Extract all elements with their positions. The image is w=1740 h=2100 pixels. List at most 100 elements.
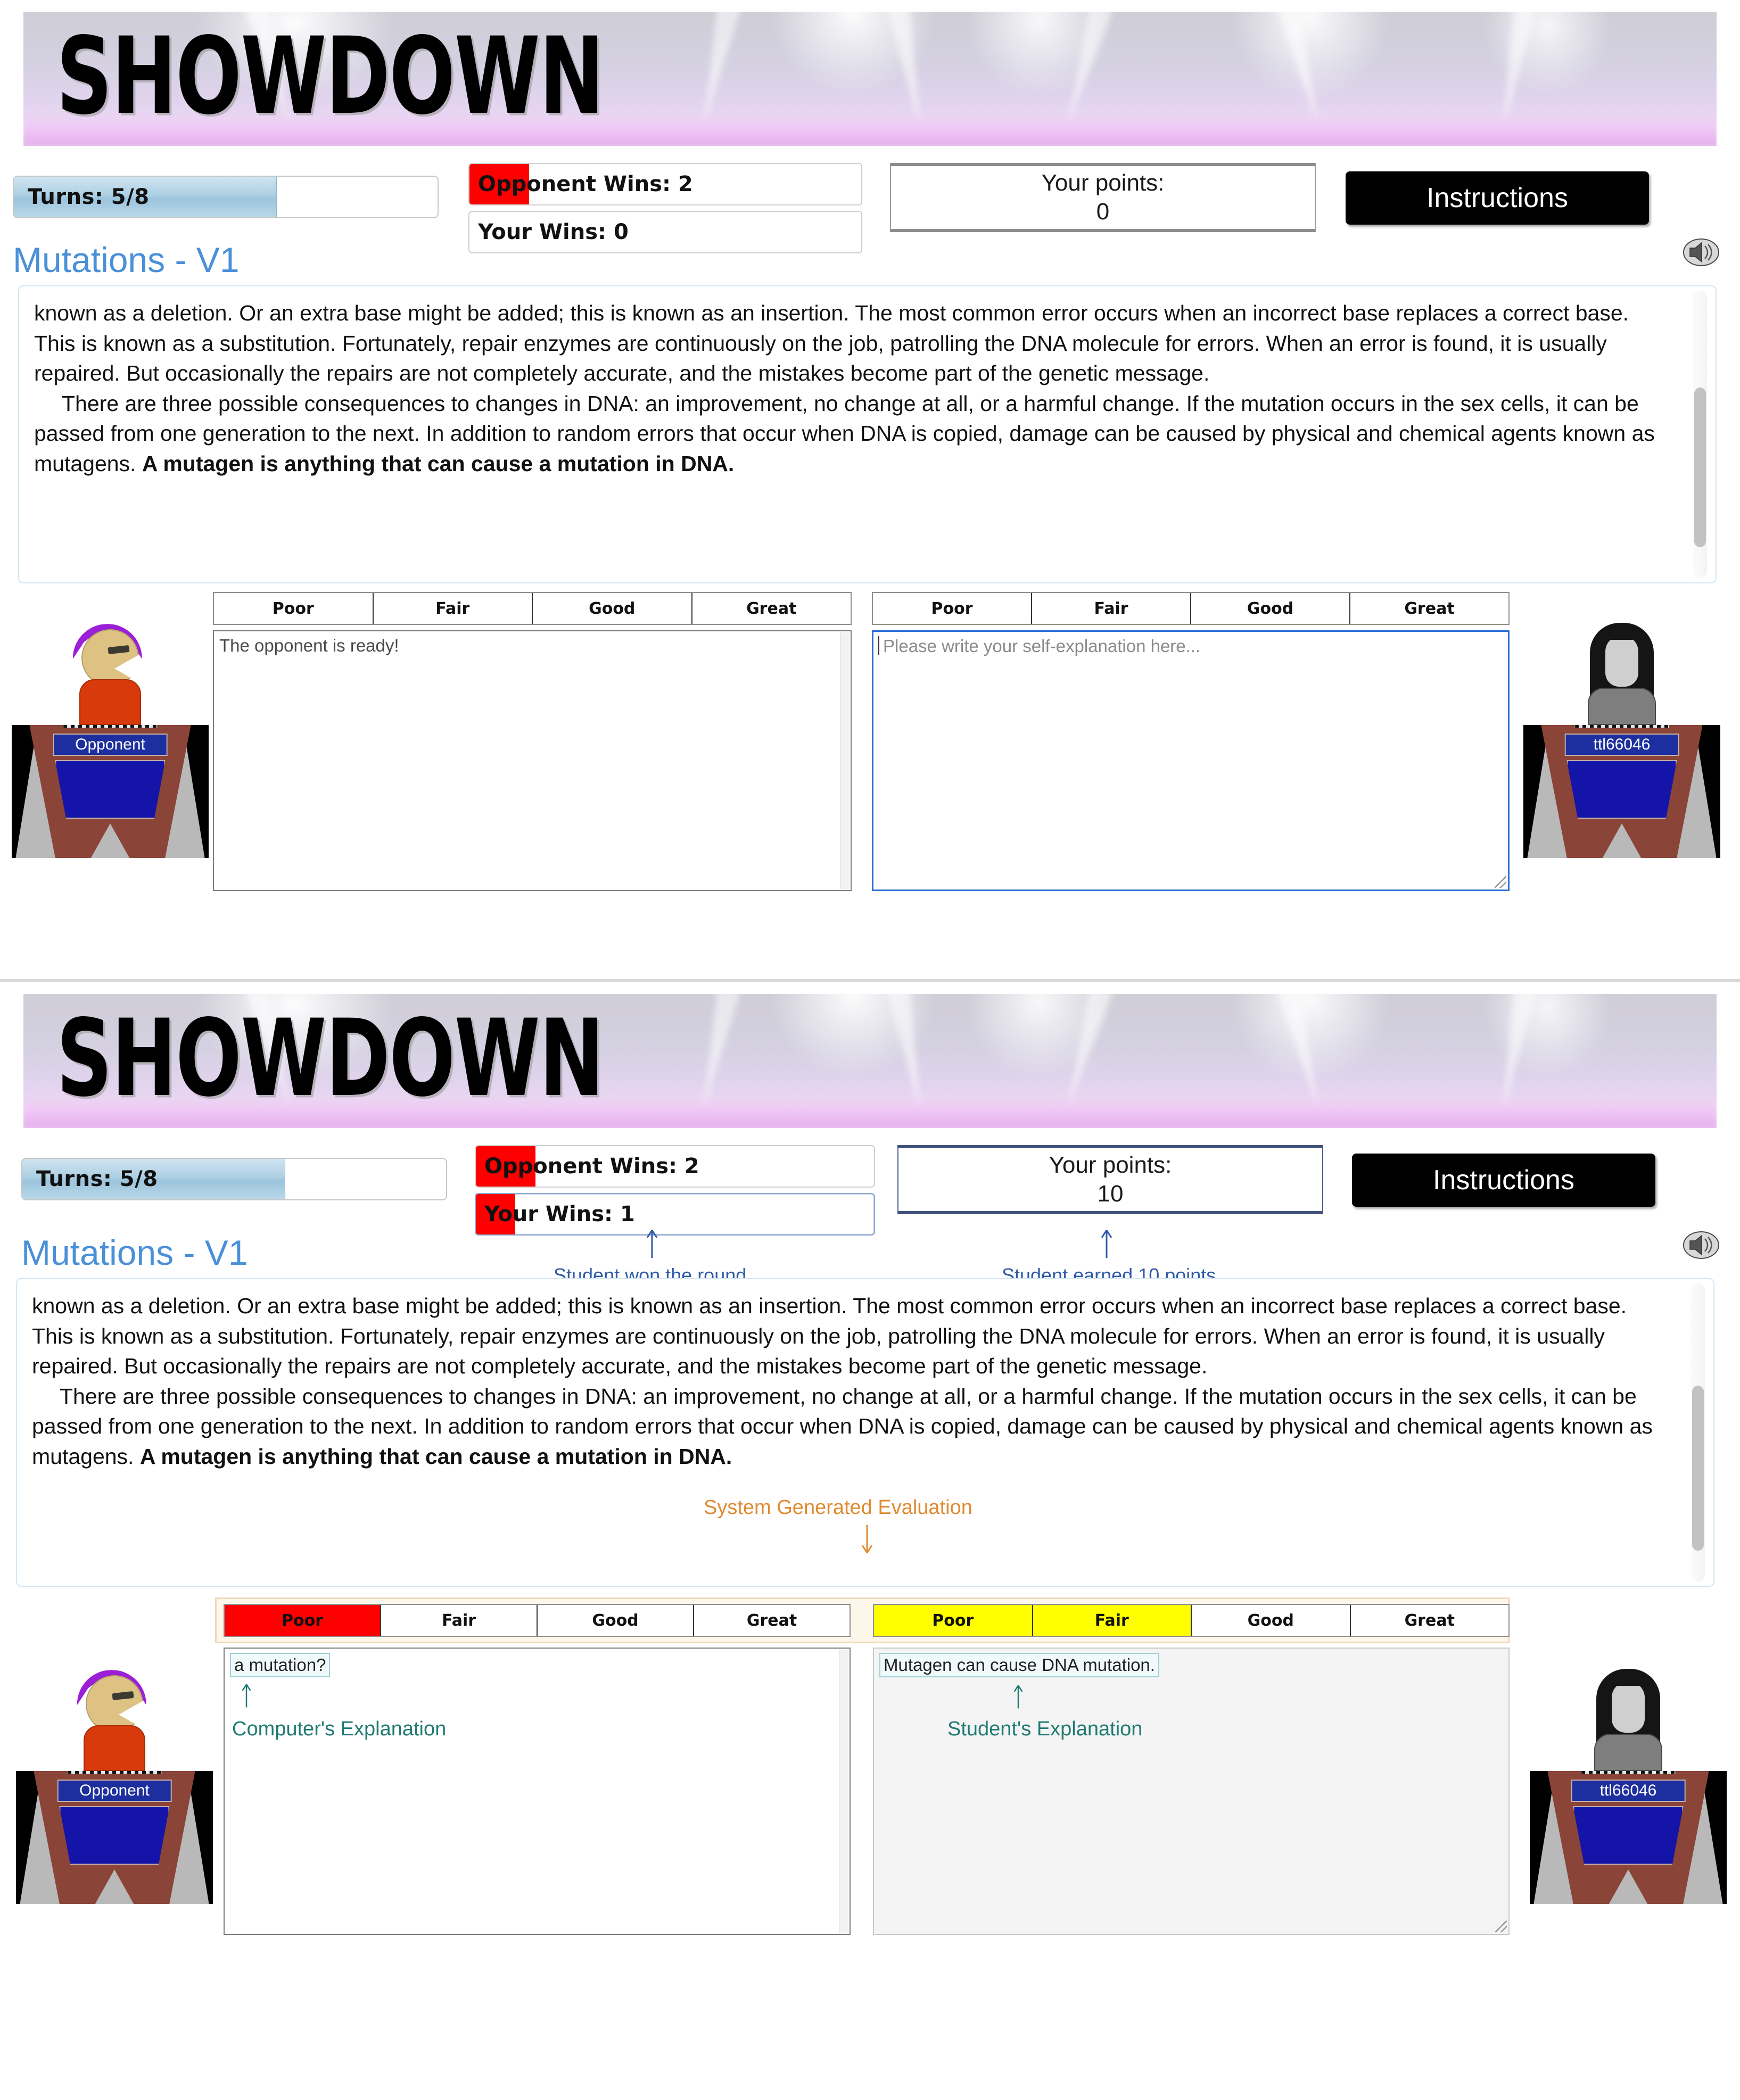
passage-paragraph-1: known as a deletion. Or an extra base mi… [34, 301, 1629, 386]
arena-top: Opponent Poor Fair Good Great The opponent … [0, 592, 1740, 911]
turns-label: Turns: 5/8 [28, 185, 150, 209]
textarea-resize-handle[interactable] [1495, 876, 1506, 888]
opponent-textarea-scrollbar[interactable] [840, 632, 850, 889]
showdown-banner-2: SHOWDOWN [23, 994, 1717, 1128]
banner-title-2: SHOWDOWN [56, 997, 604, 1121]
page-title-2: Mutations - V1 [21, 1233, 248, 1272]
instructions-button[interactable]: Instructions [1346, 171, 1649, 225]
student-rating-option-fair[interactable]: Fair [1033, 1605, 1192, 1636]
opponent-rating-bar-2[interactable]: Poor Fair Good Great [224, 1604, 851, 1637]
panel-after-evaluation: SHOWDOWN Turns: 5/8 Opponent Wins: 2 You… [0, 982, 1740, 2100]
opponent-rating-option-good[interactable]: Good [533, 593, 692, 624]
student-podium-panel-2 [1573, 1806, 1684, 1865]
passage-clipped-line-2 [32, 1287, 1665, 1291]
student-mic-strip-2 [1581, 1771, 1676, 1774]
student-rating-option-poor[interactable]: Poor [873, 593, 1032, 624]
student-rating-option-great[interactable]: Great [1350, 593, 1508, 624]
textarea-resize-handle-2[interactable] [1495, 1921, 1507, 1932]
your-points-box: Your points: 0 [890, 163, 1316, 232]
lesson-title-row-2: Mutations - V1 [21, 1230, 1740, 1273]
passage-p2-bold-b: A mutagen is anything that can cause a m… [139, 1444, 732, 1469]
student-rating-option-great[interactable]: Great [1350, 1605, 1508, 1636]
student-answer-column-top: Poor Fair Good Great Please write your self… [872, 592, 1510, 891]
annotation-system-evaluation: System Generated Evaluation [704, 1496, 972, 1519]
student-podium-base-2: ttl66046 [1530, 1771, 1727, 1904]
student-explanation-textarea-2: Mutagen can cause DNA mutation. Student'… [873, 1648, 1510, 1935]
student-podium-panel [1566, 760, 1677, 819]
page-title: Mutations - V1 [13, 240, 240, 279]
instructions-button-2[interactable]: Instructions [1352, 1154, 1655, 1207]
student-avatar [1523, 613, 1720, 725]
speaker-icon-2[interactable] [1683, 1230, 1720, 1260]
student-rating-bar-2[interactable]: Poor Fair Good Great [873, 1604, 1510, 1637]
student-rating-option-good[interactable]: Good [1191, 593, 1350, 624]
opponent-podium-base: Opponent [12, 725, 209, 858]
turns-progress-bar-2: Turns: 5/8 [21, 1158, 447, 1200]
student-explanation-placeholder: Please write your self-explanation here.… [883, 636, 1201, 656]
annotation-computer-explanation: Computer's Explanation [232, 1718, 447, 1740]
student-explanation-textarea[interactable]: Please write your self-explanation here.… [872, 630, 1510, 891]
turns-label-2: Turns: 5/8 [36, 1167, 158, 1191]
reading-passage-top: known as a deletion. Or an extra base mi… [18, 285, 1717, 583]
opponent-explanation-text: The opponent is ready! [219, 636, 399, 655]
student-podium-bottom: ttl66046 [1530, 1659, 1727, 1904]
opponent-answer-column-bottom: Poor Fair Good Great a mutation? Computer's… [224, 1604, 851, 1935]
student-explanation-text: Mutagen can cause DNA mutation. [879, 1653, 1159, 1677]
arrow-up-icon-student-explanation [1009, 1684, 1027, 1709]
opponent-podium-base-2: Opponent [16, 1771, 213, 1904]
opponent-nameplate: Opponent [53, 734, 168, 756]
opponent-wins-box-2: Opponent Wins: 2 [475, 1145, 875, 1188]
opponent-mouth-2 [119, 1701, 143, 1728]
opponent-podium-panel-2 [59, 1806, 170, 1865]
your-wins-box-2: Your Wins: 1 [475, 1193, 875, 1236]
opponent-rating-option-poor[interactable]: Poor [214, 593, 374, 624]
speaker-icon[interactable] [1683, 237, 1720, 267]
opponent-rating-bar[interactable]: Poor Fair Good Great [213, 592, 852, 625]
opponent-rating-option-great[interactable]: Great [692, 593, 851, 624]
student-bangs-2 [1610, 1676, 1647, 1686]
passage-clipped-line [34, 294, 1668, 298]
opponent-rating-option-fair[interactable]: Fair [373, 593, 533, 624]
opponent-mic-strip [63, 725, 158, 728]
opponent-eye [108, 645, 130, 655]
status-row: Turns: 5/8 Opponent Wins: 2 Your Wins: 0… [0, 155, 1740, 253]
opponent-avatar-2 [16, 1659, 213, 1771]
opponent-avatar [12, 613, 209, 725]
student-rating-wrap: Poor Fair Good Great [872, 592, 1510, 625]
banner-title: SHOWDOWN [56, 14, 604, 138]
your-wins-label-2: Your Wins: 1 [484, 1202, 635, 1226]
opponent-rating-option-fair[interactable]: Fair [381, 1605, 538, 1636]
opponent-rating-option-poor[interactable]: Poor [225, 1605, 381, 1636]
student-answer-column-bottom: Poor Fair Good Great Mutagen can cause DNA … [873, 1604, 1510, 1935]
student-rating-bar[interactable]: Poor Fair Good Great [872, 592, 1510, 625]
opponent-rating-wrap: Poor Fair Good Great [213, 592, 852, 625]
passage-paragraph-1-b: known as a deletion. Or an extra base mi… [32, 1294, 1627, 1379]
student-bangs [1603, 630, 1640, 640]
points-label: Your points: [1041, 170, 1165, 196]
lesson-title-row: Mutations - V1 [13, 237, 1740, 280]
opponent-explanation-text-2: a mutation? [230, 1653, 331, 1677]
opponent-rating-option-good[interactable]: Good [538, 1605, 694, 1636]
student-rating-option-poor[interactable]: Poor [874, 1605, 1033, 1636]
student-nameplate-2: ttl66046 [1571, 1780, 1686, 1802]
showdown-banner: SHOWDOWN [23, 12, 1717, 146]
opponent-textarea-scrollbar-2[interactable] [839, 1650, 848, 1933]
opponent-wins-box: Opponent Wins: 2 [468, 163, 862, 205]
opponent-nameplate-2: Opponent [57, 1780, 172, 1802]
student-rating-option-fair[interactable]: Fair [1032, 593, 1191, 624]
arena-bottom: Opponent Poor Fair Good Great a mutation? C… [0, 1597, 1740, 1973]
opponent-podium-panel [55, 760, 166, 819]
turns-progress-bar: Turns: 5/8 [13, 176, 439, 218]
points-value-2: 10 [1097, 1181, 1124, 1207]
opponent-rating-option-great[interactable]: Great [694, 1605, 850, 1636]
student-face-2 [1612, 1682, 1645, 1733]
opponent-body [79, 679, 141, 725]
status-row-2: Turns: 5/8 Opponent Wins: 2 Your Wins: 1… [0, 1138, 1740, 1286]
student-rating-option-good[interactable]: Good [1192, 1605, 1351, 1636]
student-avatar-2 [1530, 1659, 1727, 1771]
opponent-wins-label: Opponent Wins: 2 [478, 172, 693, 196]
student-podium-top: ttl66046 [1523, 613, 1720, 858]
passage-scrollbar-thumb[interactable] [1694, 388, 1706, 547]
passage-scrollbar-thumb-2[interactable] [1692, 1386, 1704, 1551]
opponent-eye-2 [112, 1691, 134, 1701]
